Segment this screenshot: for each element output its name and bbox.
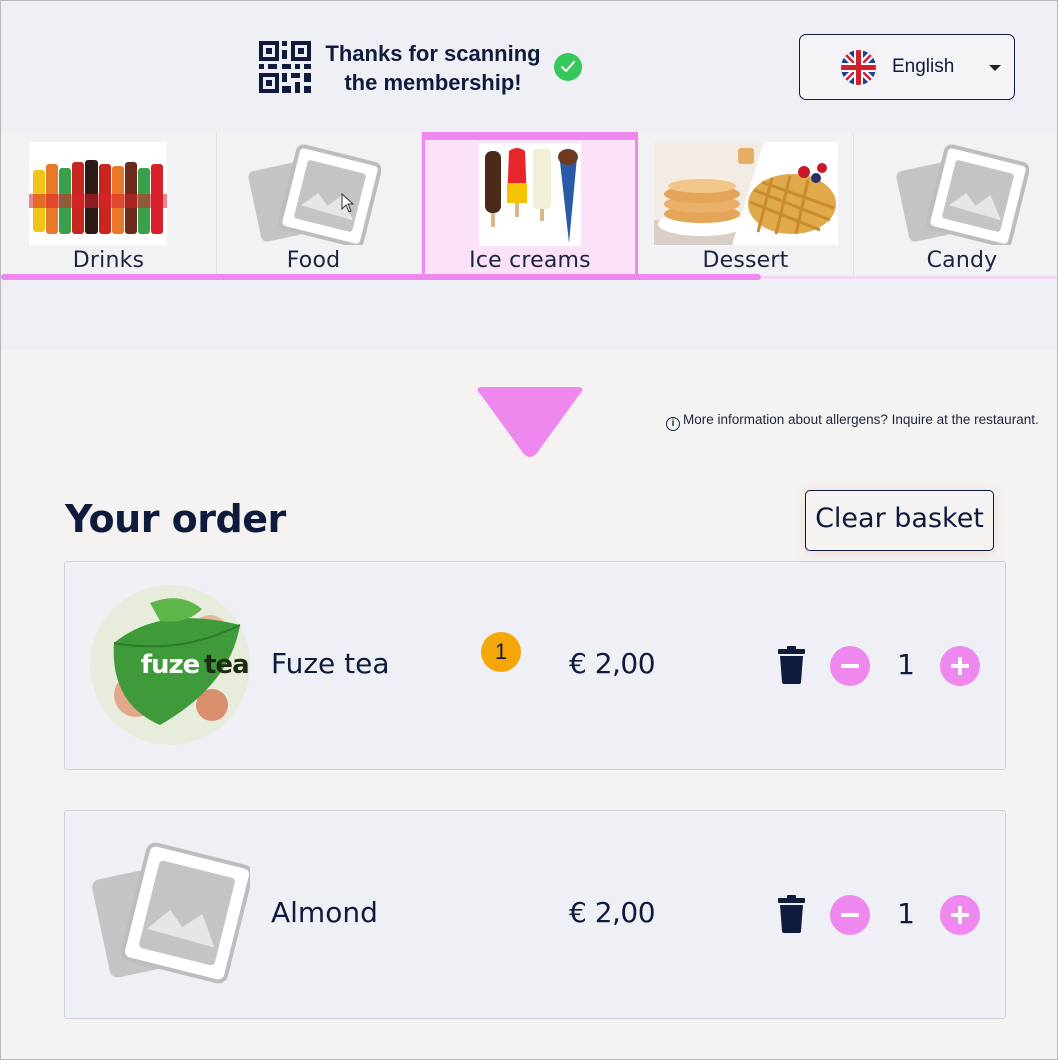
allergen-info-text: More information about allergens? Inquir… (683, 412, 1039, 427)
uk-flag-icon (841, 50, 876, 85)
category-dessert[interactable]: Dessert (638, 132, 854, 278)
item-quantity: 1 (897, 897, 915, 930)
ice-cream-photo (479, 143, 581, 246)
faded-product-row (1, 280, 1057, 350)
category-label: Food (286, 248, 341, 273)
language-selector[interactable]: English (799, 34, 1015, 100)
allergen-info: i More information about allergens? Inqui… (666, 412, 1039, 431)
placeholder-image-icon (896, 144, 1029, 245)
language-label: English (892, 56, 955, 77)
info-icon: i (666, 417, 680, 431)
order-title: Your order (65, 497, 286, 541)
svg-text:fuze: fuze (141, 650, 200, 680)
scan-confirmation-text: Thanks for scanning the membership! (325, 41, 541, 95)
dessert-photo (654, 142, 838, 245)
trash-icon[interactable] (778, 646, 805, 684)
category-label: Ice creams (469, 248, 591, 273)
decrease-quantity-button[interactable] (830, 646, 870, 686)
check-icon (554, 53, 582, 81)
increase-quantity-button[interactable] (940, 895, 980, 935)
order-item: fuze tea Fuze tea 1 € 2,00 1 (64, 561, 1006, 770)
item-quantity: 1 (897, 648, 915, 681)
chevron-down-icon (989, 65, 1001, 71)
clear-basket-label: Clear basket (815, 503, 984, 534)
fuzetea-logo: fuze tea (90, 585, 250, 745)
item-name: Fuze tea (271, 647, 390, 680)
item-count-badge: 1 (481, 632, 521, 672)
category-candy[interactable]: Candy (854, 132, 1058, 278)
item-price: € 2,00 (569, 896, 656, 929)
category-ice-creams[interactable]: Ice creams (422, 132, 638, 278)
qr-code-icon (259, 41, 311, 93)
clear-basket-button[interactable]: Clear basket (805, 490, 994, 551)
category-label: Dessert (702, 248, 789, 273)
category-bar: Drinks Food Ice creams Dessert Candy (1, 132, 1057, 278)
item-name: Almond (271, 896, 378, 929)
category-label: Candy (926, 248, 998, 273)
order-item: Almond € 2,00 1 (64, 810, 1006, 1019)
category-label: Drinks (72, 248, 145, 273)
decrease-quantity-button[interactable] (830, 895, 870, 935)
item-price: € 2,00 (569, 647, 656, 680)
category-food[interactable]: Food (206, 132, 422, 278)
drinks-photo (29, 142, 167, 245)
trash-icon[interactable] (778, 895, 805, 933)
expand-arrow-icon[interactable] (475, 387, 585, 459)
header: Thanks for scanning the membership! Engl… (1, 1, 1057, 132)
placeholder-image-icon (248, 144, 381, 245)
placeholder-image-icon (92, 842, 250, 984)
svg-text:tea: tea (204, 650, 249, 680)
increase-quantity-button[interactable] (940, 646, 980, 686)
category-drinks[interactable]: Drinks (1, 132, 217, 278)
mouse-cursor-icon (341, 193, 355, 213)
